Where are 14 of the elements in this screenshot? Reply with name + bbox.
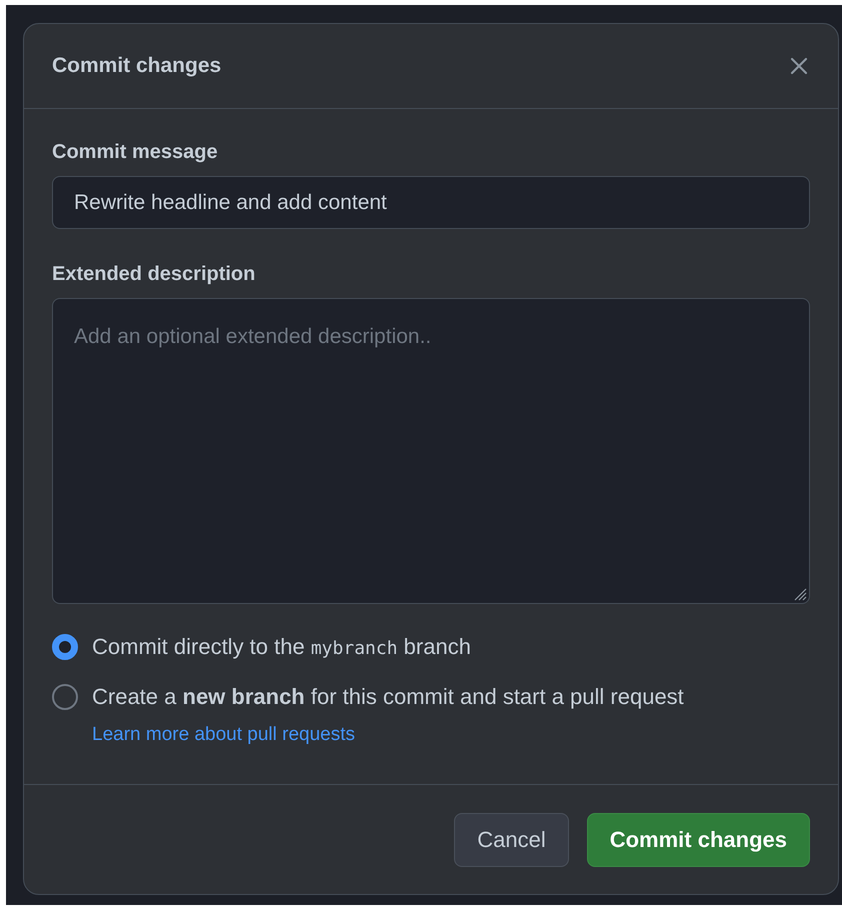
option-label: Commit directly to the mybranch branch xyxy=(92,634,471,661)
radio-button[interactable] xyxy=(52,634,78,660)
cancel-button[interactable]: Cancel xyxy=(454,812,569,866)
field-label: Commit message xyxy=(52,141,219,164)
description-field[interactable]: Add an optional extended description.. xyxy=(52,298,810,604)
close-icon xyxy=(790,57,808,75)
learn-more-link[interactable]: Learn more about pull requests xyxy=(92,724,355,746)
radio-button[interactable] xyxy=(52,684,78,710)
option-label: Create a new branch for this commit and start a pull request xyxy=(92,684,684,710)
commit-button[interactable]: Commit changes xyxy=(586,812,810,866)
field-label: Extended description xyxy=(52,263,256,286)
dialog-title: Commit changes xyxy=(52,54,222,78)
commit-message-field[interactable]: Rewrite headline and add content xyxy=(52,176,810,229)
close-button[interactable] xyxy=(788,55,810,77)
